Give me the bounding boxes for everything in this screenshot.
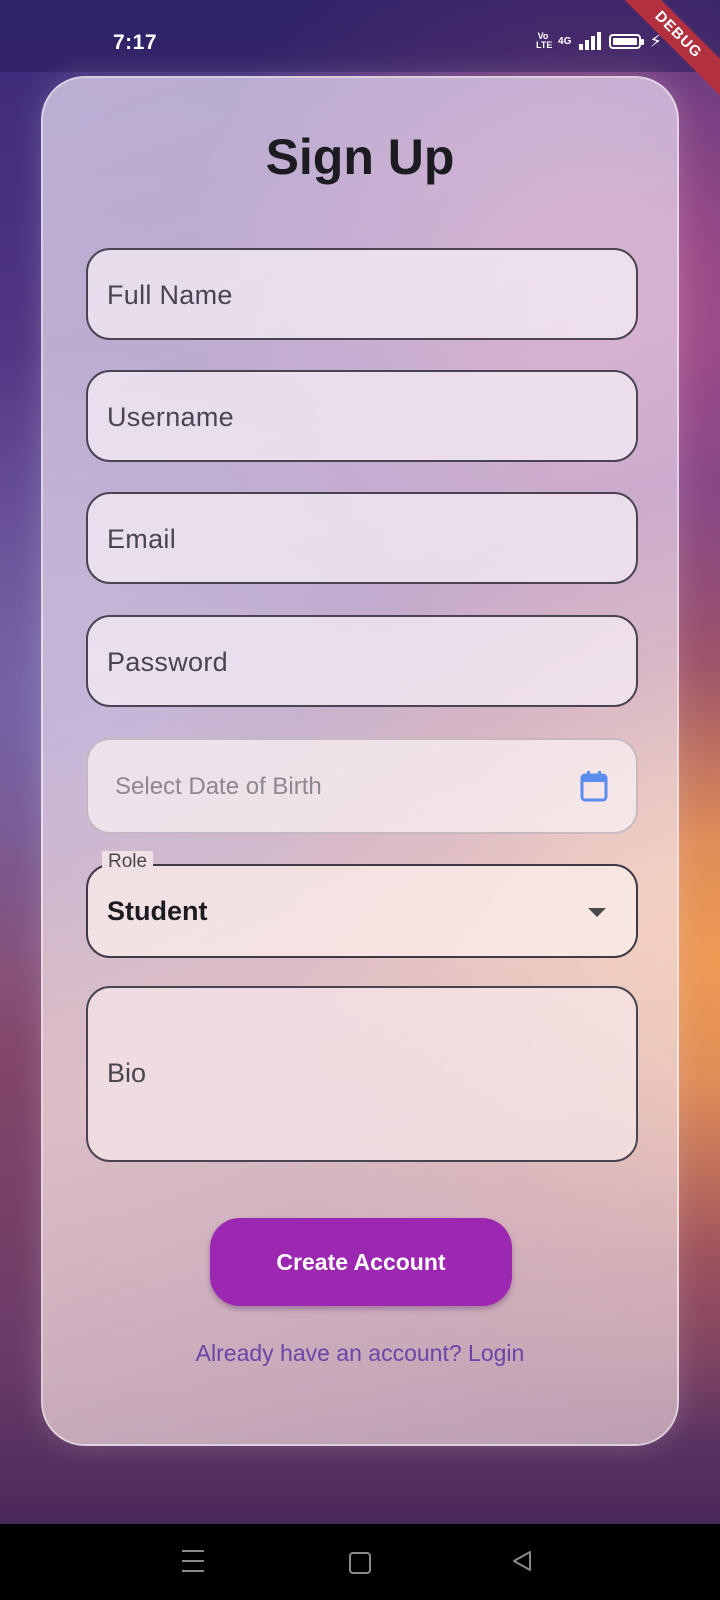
status-icons: Vo LTE 4G ⚡ (536, 32, 662, 50)
status-bar: 7:17 Vo LTE 4G ⚡ (0, 0, 720, 72)
page-title: Sign Up (265, 129, 455, 185)
username-placeholder: Username (107, 402, 234, 432)
menu-icon[interactable] (182, 1550, 204, 1572)
date-of-birth-field[interactable]: Select Date of Birth (86, 738, 638, 834)
network-type: 4G (558, 35, 572, 47)
full-name-placeholder: Full Name (107, 280, 233, 310)
username-field[interactable]: Username (86, 370, 638, 462)
role-selected-value: Student (107, 896, 208, 926)
back-icon[interactable] (512, 1550, 532, 1572)
bio-placeholder: Bio (107, 1058, 147, 1088)
password-field[interactable]: Password (86, 615, 638, 707)
email-field[interactable]: Email (86, 492, 638, 584)
battery-icon (609, 33, 645, 49)
volte-icon: Vo LTE (536, 31, 553, 50)
bio-field[interactable]: Bio (86, 986, 638, 1162)
status-time: 7:17 (113, 31, 158, 54)
calendar-icon[interactable] (580, 770, 608, 802)
dropdown-arrow-icon (588, 908, 606, 917)
system-nav-bar (0, 1524, 720, 1600)
signup-card: Sign Up Full Name Username Email Passwor… (41, 76, 679, 1446)
home-icon[interactable] (349, 1552, 371, 1574)
login-link[interactable]: Already have an account? Login (43, 1340, 677, 1367)
role-dropdown[interactable]: Role Student (86, 851, 638, 958)
full-name-field[interactable]: Full Name (86, 248, 638, 340)
role-label: Role (102, 851, 154, 873)
dob-placeholder: Select Date of Birth (115, 773, 322, 800)
signal-icon (579, 32, 602, 50)
email-placeholder: Email (107, 524, 177, 554)
password-placeholder: Password (107, 647, 228, 677)
create-account-button[interactable]: Create Account (210, 1218, 512, 1306)
